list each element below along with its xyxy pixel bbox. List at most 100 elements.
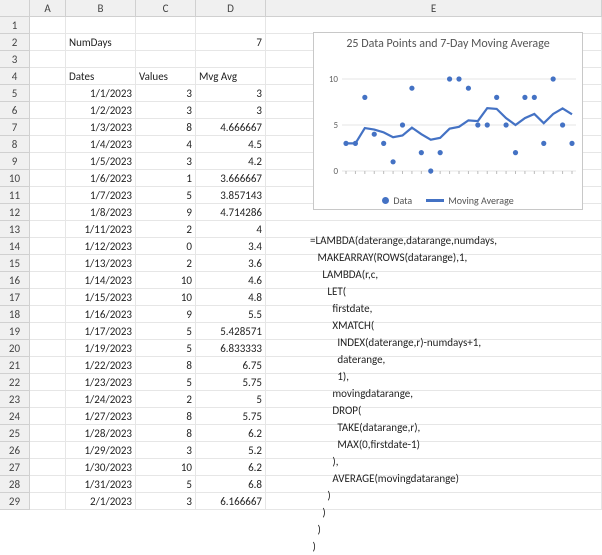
cell-D5[interactable]: 3 (196, 85, 266, 102)
cell-B19[interactable]: 1/17/2023 (66, 323, 136, 340)
cell-A17[interactable] (30, 289, 66, 306)
cell-D12[interactable]: 4.714286 (196, 204, 266, 221)
cell-B26[interactable]: 1/29/2023 (66, 442, 136, 459)
cell-C9[interactable]: 3 (136, 153, 196, 170)
cell-A7[interactable] (30, 119, 66, 136)
cell-B4[interactable]: Dates (66, 68, 136, 85)
cell-C2[interactable] (136, 34, 196, 51)
cell-A20[interactable] (30, 340, 66, 357)
cell-D21[interactable]: 6.75 (196, 357, 266, 374)
cell-C26[interactable]: 3 (136, 442, 196, 459)
cell-C18[interactable]: 9 (136, 306, 196, 323)
cell-C19[interactable]: 5 (136, 323, 196, 340)
row-header-4[interactable]: 4 (0, 68, 30, 85)
cell-A23[interactable] (30, 391, 66, 408)
cell-A22[interactable] (30, 374, 66, 391)
cell-B28[interactable]: 1/31/2023 (66, 476, 136, 493)
cell-D16[interactable]: 4.6 (196, 272, 266, 289)
cell-D8[interactable]: 4.5 (196, 136, 266, 153)
cell-C29[interactable]: 3 (136, 493, 196, 510)
cell-A21[interactable] (30, 357, 66, 374)
row-header-1[interactable]: 1 (0, 17, 30, 34)
row-header-20[interactable]: 20 (0, 340, 30, 357)
cell-B21[interactable]: 1/22/2023 (66, 357, 136, 374)
cell-D4[interactable]: Mvg Avg (196, 68, 266, 85)
cell-B10[interactable]: 1/6/2023 (66, 170, 136, 187)
cell-A15[interactable] (30, 255, 66, 272)
cell-A24[interactable] (30, 408, 66, 425)
row-header-19[interactable]: 19 (0, 323, 30, 340)
cell-C16[interactable]: 10 (136, 272, 196, 289)
col-header-D[interactable]: D (196, 0, 266, 17)
cell-B7[interactable]: 1/3/2023 (66, 119, 136, 136)
cell-D3[interactable] (196, 51, 266, 68)
cell-B22[interactable]: 1/23/2023 (66, 374, 136, 391)
cell-D6[interactable]: 3 (196, 102, 266, 119)
row-header-7[interactable]: 7 (0, 119, 30, 136)
cell-B23[interactable]: 1/24/2023 (66, 391, 136, 408)
cell-A28[interactable] (30, 476, 66, 493)
cell-D26[interactable]: 5.2 (196, 442, 266, 459)
row-header-22[interactable]: 22 (0, 374, 30, 391)
cell-A3[interactable] (30, 51, 66, 68)
cell-D15[interactable]: 3.6 (196, 255, 266, 272)
row-header-9[interactable]: 9 (0, 153, 30, 170)
cell-C6[interactable]: 3 (136, 102, 196, 119)
cell-D18[interactable]: 5.5 (196, 306, 266, 323)
cell-B2[interactable]: NumDays (66, 34, 136, 51)
cell-D10[interactable]: 3.666667 (196, 170, 266, 187)
row-header-26[interactable]: 26 (0, 442, 30, 459)
row-header-25[interactable]: 25 (0, 425, 30, 442)
cell-C3[interactable] (136, 51, 196, 68)
cell-B29[interactable]: 2/1/2023 (66, 493, 136, 510)
cell-C7[interactable]: 8 (136, 119, 196, 136)
row-header-8[interactable]: 8 (0, 136, 30, 153)
cell-C28[interactable]: 5 (136, 476, 196, 493)
row-header-29[interactable]: 29 (0, 493, 30, 510)
row-header-28[interactable]: 28 (0, 476, 30, 493)
cell-B24[interactable]: 1/27/2023 (66, 408, 136, 425)
cell-B15[interactable]: 1/13/2023 (66, 255, 136, 272)
cell-D2[interactable]: 7 (196, 34, 266, 51)
cell-A12[interactable] (30, 204, 66, 221)
cell-D22[interactable]: 5.75 (196, 374, 266, 391)
cell-C21[interactable]: 8 (136, 357, 196, 374)
cell-C1[interactable] (136, 17, 196, 34)
row-header-18[interactable]: 18 (0, 306, 30, 323)
cell-C5[interactable]: 3 (136, 85, 196, 102)
cell-B11[interactable]: 1/7/2023 (66, 187, 136, 204)
cell-A27[interactable] (30, 459, 66, 476)
cell-D7[interactable]: 4.666667 (196, 119, 266, 136)
cell-B13[interactable]: 1/11/2023 (66, 221, 136, 238)
cell-D24[interactable]: 5.75 (196, 408, 266, 425)
cell-C10[interactable]: 1 (136, 170, 196, 187)
cell-A25[interactable] (30, 425, 66, 442)
cell-B9[interactable]: 1/5/2023 (66, 153, 136, 170)
cell-A2[interactable] (30, 34, 66, 51)
cell-D27[interactable]: 6.2 (196, 459, 266, 476)
cell-A29[interactable] (30, 493, 66, 510)
cell-A4[interactable] (30, 68, 66, 85)
cell-C4[interactable]: Values (136, 68, 196, 85)
row-header-17[interactable]: 17 (0, 289, 30, 306)
cell-B18[interactable]: 1/16/2023 (66, 306, 136, 323)
cell-D19[interactable]: 5.428571 (196, 323, 266, 340)
select-all-corner[interactable] (0, 0, 30, 17)
cell-D1[interactable] (196, 17, 266, 34)
cell-B3[interactable] (66, 51, 136, 68)
cell-C12[interactable]: 9 (136, 204, 196, 221)
cell-C13[interactable]: 2 (136, 221, 196, 238)
col-header-C[interactable]: C (136, 0, 196, 17)
cell-D29[interactable]: 6.166667 (196, 493, 266, 510)
cell-B20[interactable]: 1/19/2023 (66, 340, 136, 357)
row-header-10[interactable]: 10 (0, 170, 30, 187)
row-header-14[interactable]: 14 (0, 238, 30, 255)
cell-A1[interactable] (30, 17, 66, 34)
cell-C24[interactable]: 8 (136, 408, 196, 425)
cell-B5[interactable]: 1/1/2023 (66, 85, 136, 102)
row-header-21[interactable]: 21 (0, 357, 30, 374)
cell-D20[interactable]: 6.833333 (196, 340, 266, 357)
row-header-27[interactable]: 27 (0, 459, 30, 476)
cell-C27[interactable]: 10 (136, 459, 196, 476)
col-header-E[interactable]: E (266, 0, 602, 17)
